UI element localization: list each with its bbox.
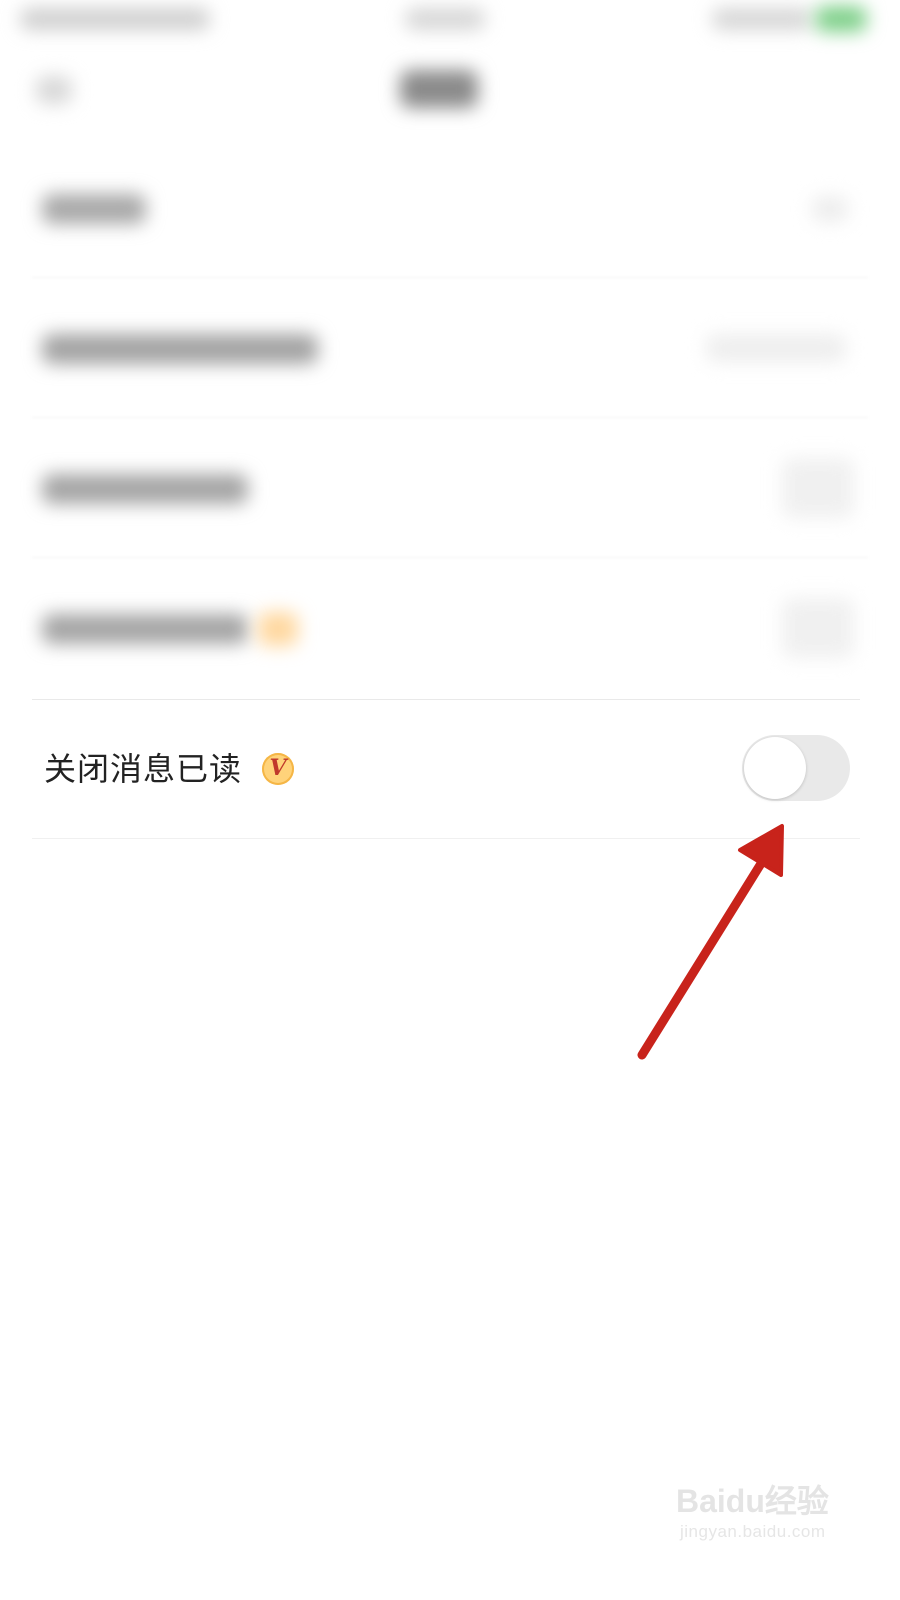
vip-badge-icon xyxy=(258,612,298,646)
status-time-blurred xyxy=(405,8,485,30)
chevron-right-icon xyxy=(812,196,848,222)
setting-value-blurred xyxy=(706,334,846,362)
read-receipt-toggle[interactable] xyxy=(742,735,850,801)
watermark-url: jingyan.baidu.com xyxy=(680,1522,826,1541)
setting-row-blurred-2[interactable] xyxy=(0,278,900,418)
row-divider-bottom xyxy=(32,838,860,839)
setting-label-blurred xyxy=(42,334,318,364)
setting-row-blurred-4[interactable] xyxy=(0,558,900,698)
toggle-blurred[interactable] xyxy=(782,458,854,518)
status-icons-blurred xyxy=(712,8,812,30)
battery-icon xyxy=(815,6,867,32)
page-title-blurred xyxy=(400,70,478,108)
toggle-blurred[interactable] xyxy=(782,598,854,658)
vip-badge-icon: V xyxy=(262,753,294,785)
setting-label: 关闭消息已读 xyxy=(44,750,243,788)
status-carrier-blurred xyxy=(20,8,210,30)
row-divider-top xyxy=(32,699,860,700)
status-bar xyxy=(0,0,900,50)
setting-row-close-read-receipt: 关闭消息已读 V xyxy=(0,699,900,839)
toggle-knob xyxy=(744,737,806,799)
setting-row-blurred-1[interactable] xyxy=(0,138,900,278)
back-icon[interactable] xyxy=(36,76,72,104)
watermark: Baidu经验 jingyan.baidu.com xyxy=(676,1470,846,1560)
vip-badge-letter: V xyxy=(269,755,287,781)
watermark-logo: Baidu经验 xyxy=(676,1483,829,1519)
setting-label-blurred xyxy=(42,474,248,504)
setting-row-blurred-3[interactable] xyxy=(0,418,900,558)
nav-bar xyxy=(0,50,900,150)
setting-label-blurred xyxy=(42,614,248,644)
setting-label-blurred xyxy=(42,194,146,224)
